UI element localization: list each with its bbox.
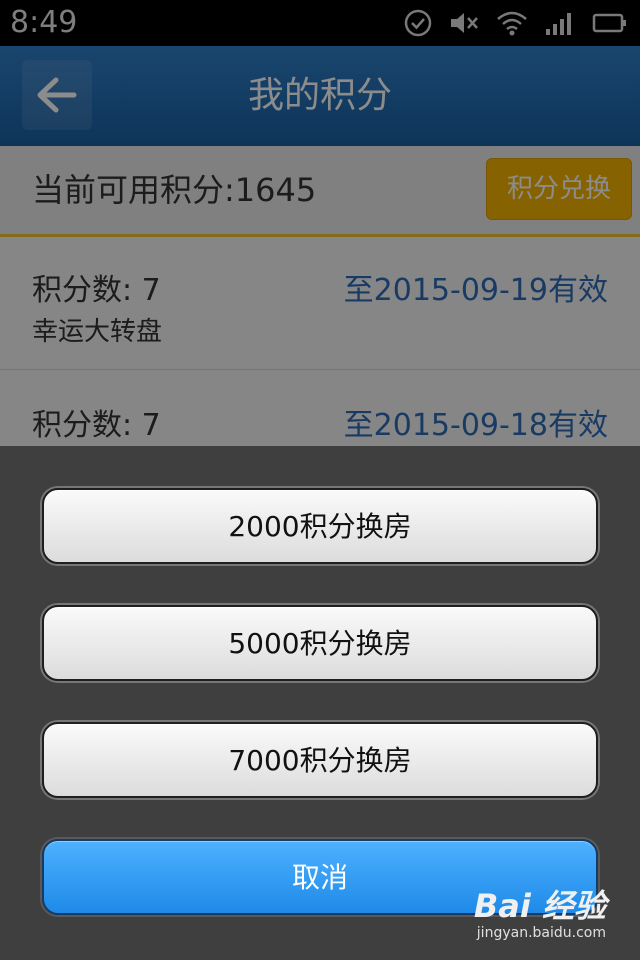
exchange-5000-button[interactable]: 5000积分换房	[42, 605, 598, 681]
exchange-7000-button[interactable]: 7000积分换房	[42, 722, 598, 798]
watermark-logo: Bai 经验	[473, 887, 606, 925]
exchange-2000-button[interactable]: 2000积分换房	[42, 488, 598, 564]
watermark-url: jingyan.baidu.com	[476, 925, 606, 941]
action-sheet: 2000积分换房 5000积分换房 7000积分换房 取消	[0, 446, 640, 960]
dim-overlay[interactable]	[0, 0, 640, 446]
baidu-watermark: Bai 经验 jingyan.baidu.com	[474, 888, 606, 942]
